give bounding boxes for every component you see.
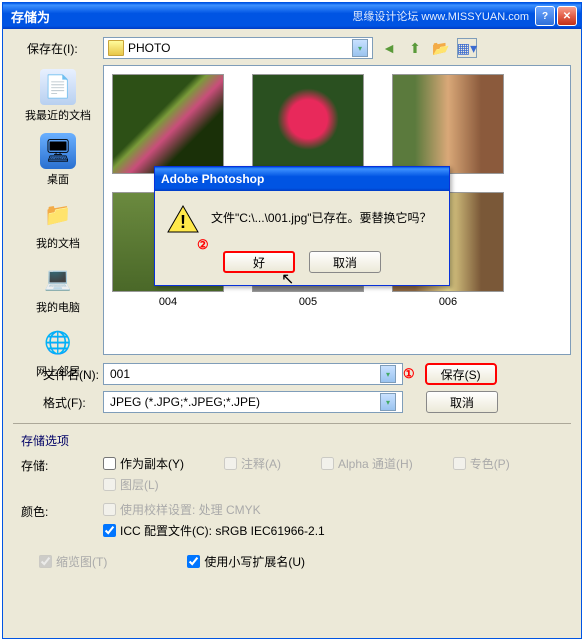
chevron-down-icon[interactable]: ▾ (352, 39, 368, 57)
recent-icon: 📄 (40, 69, 76, 105)
annotations-checkbox: 注释(A) (224, 455, 281, 472)
warning-icon: ! (167, 205, 199, 233)
format-combo[interactable]: JPEG (*.JPG;*.JPEG;*.JPE) ▾ (103, 391, 403, 413)
window-title: 存储为 (7, 7, 352, 26)
filename-label: 文件名(N): (13, 366, 103, 383)
dialog-titlebar: Adobe Photoshop (155, 167, 449, 191)
sidebar-item-recent[interactable]: 📄 我最近的文档 (25, 69, 91, 123)
sidebar-item-desktop[interactable]: 🖥 桌面 (40, 133, 76, 187)
spot-checkbox: 专色(P) (453, 455, 510, 472)
thumbnail-item[interactable] (252, 74, 364, 174)
lookin-label: 保存在(I): (13, 40, 103, 57)
dialog-ok-button[interactable]: 好 (223, 251, 295, 273)
lowercase-checkbox[interactable]: 使用小写扩展名(U) (187, 553, 305, 570)
proof-checkbox: 使用校样设置: 处理 CMYK (103, 501, 563, 518)
color-label: 颜色: (21, 501, 103, 539)
thumbnail-image (392, 74, 504, 174)
places-sidebar: 📄 我最近的文档 🖥 桌面 📁 我的文档 💻 我的电脑 🌐 网上邻 (13, 65, 103, 355)
marker-1: ① (403, 366, 415, 382)
save-button[interactable]: 保存(S) (425, 363, 497, 385)
close-button[interactable]: ✕ (557, 6, 577, 26)
dialog-title-text: Adobe Photoshop (161, 172, 264, 186)
thumbnail-checkbox: 缩览图(T) (39, 553, 107, 570)
thumbnail-item[interactable] (392, 74, 504, 174)
desktop-icon: 🖥 (40, 133, 76, 169)
titlebar: 存储为 思缘设计论坛 www.MISSYUAN.com ? ✕ (3, 3, 581, 29)
up-icon[interactable]: ⬆ (405, 38, 425, 58)
icc-checkbox[interactable]: ICC 配置文件(C): sRGB IEC61966-2.1 (103, 522, 563, 539)
documents-icon: 📁 (40, 197, 76, 233)
thumbnail-item[interactable] (112, 74, 224, 174)
network-icon: 🌐 (40, 325, 76, 361)
lookin-combo[interactable]: PHOTO ▾ (103, 37, 373, 59)
svg-text:!: ! (180, 212, 186, 232)
save-as-window: 存储为 思缘设计论坛 www.MISSYUAN.com ? ✕ 保存在(I): … (2, 2, 582, 639)
layers-checkbox: 图层(L) (103, 476, 159, 493)
new-folder-icon[interactable]: 📂 (431, 38, 451, 58)
confirm-dialog: Adobe Photoshop ! 文件"C:\...\001.jpg"已存在。… (154, 166, 450, 286)
thumbnail-image (252, 74, 364, 174)
format-label: 格式(F): (13, 394, 103, 411)
divider (13, 423, 571, 424)
alpha-checkbox: Alpha 通道(H) (321, 455, 413, 472)
folder-icon (108, 40, 124, 56)
dialog-message: 文件"C:\...\001.jpg"已存在。要替换它吗？ (211, 205, 432, 226)
help-button[interactable]: ? (535, 6, 555, 26)
store-label: 存储: (21, 455, 103, 493)
cancel-button[interactable]: 取消 (426, 391, 498, 413)
computer-icon: 💻 (40, 261, 76, 297)
thumbnail-image (112, 74, 224, 174)
watermark-text: 思缘设计论坛 www.MISSYUAN.com (352, 8, 529, 24)
save-options-group: 存储选项 存储: 作为副本(Y) 注释(A) Alpha 通道(H) 专色(P)… (13, 432, 571, 570)
sidebar-item-documents[interactable]: 📁 我的文档 (36, 197, 80, 251)
sidebar-item-computer[interactable]: 💻 我的电脑 (36, 261, 80, 315)
chevron-down-icon[interactable]: ▾ (380, 365, 396, 383)
back-icon[interactable]: ◄ (379, 38, 399, 58)
lookin-value: PHOTO (128, 41, 170, 55)
view-menu-icon[interactable]: ▦▾ (457, 38, 477, 58)
chevron-down-icon[interactable]: ▾ (380, 393, 396, 411)
dialog-cancel-button[interactable]: 取消 (309, 251, 381, 273)
options-title: 存储选项 (21, 432, 563, 449)
as-copy-checkbox[interactable]: 作为副本(Y) (103, 455, 184, 472)
filename-input[interactable]: 001 ▾ (103, 363, 403, 385)
marker-2: ② (197, 237, 209, 253)
